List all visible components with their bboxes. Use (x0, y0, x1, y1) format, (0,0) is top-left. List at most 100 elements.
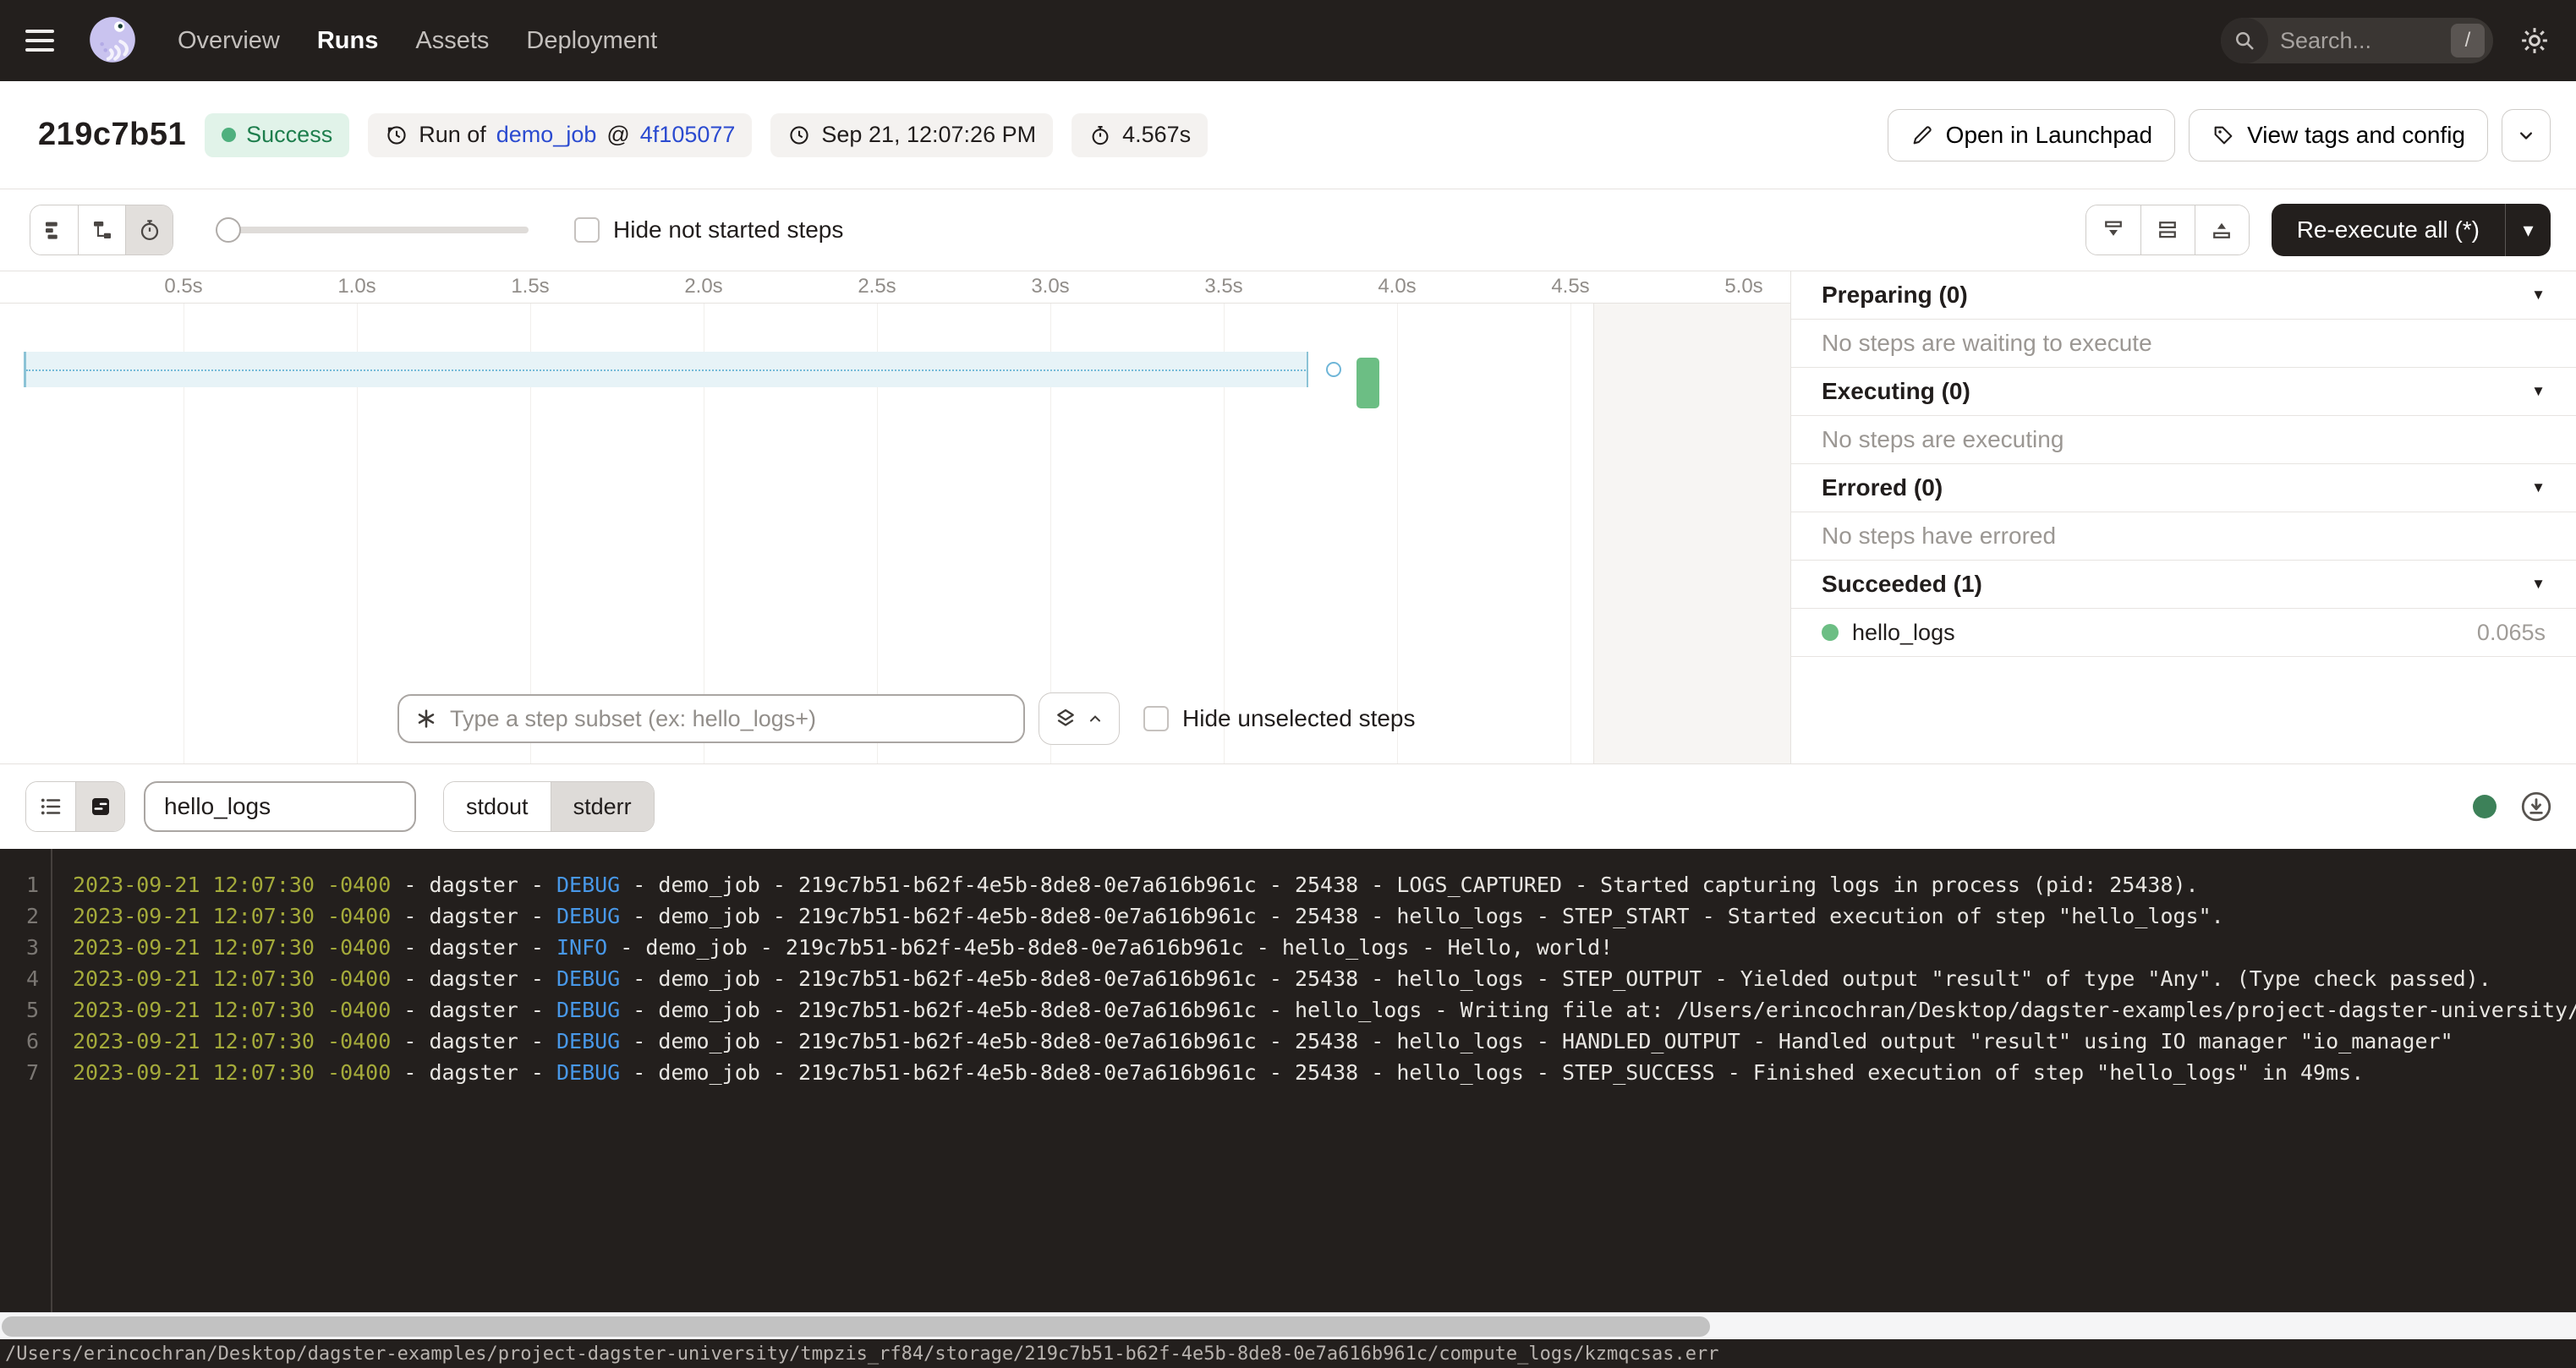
at-separator: @ (606, 122, 629, 148)
tab-stderr[interactable]: stderr (551, 782, 654, 831)
history-clock-icon (385, 123, 408, 147)
duration-pill: 4.567s (1072, 113, 1208, 157)
scrollbar-thumb[interactable] (2, 1316, 1710, 1337)
download-log-button[interactable] (2518, 789, 2554, 824)
search-input[interactable]: Search... / (2221, 18, 2493, 63)
log-toolbar: stdoutstderr (0, 763, 2576, 849)
section-empty-message: No steps are waiting to execute (1791, 320, 2576, 368)
axis-tick: 5.0s (1724, 275, 1762, 298)
step-section-header[interactable]: Succeeded (1)▼ (1791, 561, 2576, 609)
section-empty-message: No steps are executing (1791, 416, 2576, 464)
section-title: Errored (0) (1822, 474, 1943, 501)
axis-tick: 3.5s (1204, 275, 1242, 298)
reexecute-all-button[interactable]: Re-execute all (*) (2272, 204, 2505, 256)
step-subset-inputwrap (397, 694, 1025, 743)
status-dot-icon (222, 128, 236, 142)
search-shortcut-badge: / (2451, 24, 2485, 57)
menu-icon[interactable] (25, 30, 58, 52)
log-line-6: 62023-09-21 12:07:30 -0400 - dagster - D… (0, 1026, 2576, 1057)
open-launchpad-button[interactable]: Open in Launchpad (1888, 109, 2175, 161)
tag-icon (2212, 123, 2235, 147)
capture-status-dot (2473, 795, 2497, 818)
gantt-toolbar: Hide not started steps Re-execute all (*… (0, 189, 2576, 271)
step-subset-input[interactable] (450, 706, 1008, 732)
job-link[interactable]: demo_job (496, 122, 597, 148)
slider-handle[interactable] (216, 217, 241, 243)
nav-item-overview[interactable]: Overview (178, 27, 280, 55)
panel-layout-group (2085, 205, 2250, 255)
commit-link[interactable]: 4f105077 (640, 122, 736, 148)
graph-query-toggle-button[interactable] (1039, 692, 1120, 745)
view-tags-config-button[interactable]: View tags and config (2189, 109, 2488, 161)
axis-tick: 3.0s (1031, 275, 1069, 298)
download-icon (2518, 789, 2554, 824)
log-line-3: 32023-09-21 12:07:30 -0400 - dagster - I… (0, 932, 2576, 963)
started-at-value: Sep 21, 12:07:26 PM (821, 122, 1036, 148)
step-row-hello_logs[interactable]: hello_logs0.065s (1791, 609, 2576, 657)
log-line-7: 72023-09-21 12:07:30 -0400 - dagster - D… (0, 1057, 2576, 1088)
flat-gantt-icon (41, 217, 67, 243)
tab-stdout[interactable]: stdout (444, 782, 551, 831)
gantt-waterfall-view-button[interactable] (78, 205, 125, 254)
dagster-logo[interactable] (85, 13, 140, 68)
log-horizontal-scrollbar[interactable] (0, 1312, 2576, 1339)
gutter-divider (51, 849, 52, 1312)
log-line-5: 52023-09-21 12:07:30 -0400 - dagster - D… (0, 994, 2576, 1026)
hide-not-started-checkbox[interactable] (574, 217, 600, 243)
axis-tick: 2.5s (858, 275, 896, 298)
nav-item-assets[interactable]: Assets (415, 27, 489, 55)
gantt-waiting-band (24, 352, 1308, 387)
step-section-header[interactable]: Errored (0)▼ (1791, 464, 2576, 512)
gantt-chart: 0.5s1.0s1.5s2.0s2.5s3.0s3.5s4.0s4.5s5.0s… (0, 271, 1791, 763)
layers-icon (1053, 706, 1078, 731)
reexecute-all-button-group: Re-execute all (*) ▾ (2272, 204, 2551, 256)
gantt-axis: 0.5s1.0s1.5s2.0s2.5s3.0s3.5s4.0s4.5s5.0s (0, 271, 1790, 304)
started-at-pill: Sep 21, 12:07:26 PM (770, 113, 1053, 157)
log-step-filter-input[interactable] (144, 781, 416, 832)
run-of-label: Run of (419, 122, 486, 148)
split-panels-button[interactable] (2140, 205, 2195, 254)
waterfall-gantt-icon (90, 217, 115, 243)
gantt-step-bar-hello-logs[interactable] (1357, 358, 1379, 408)
section-empty-message: No steps have errored (1791, 512, 2576, 561)
expand-panel-up-button[interactable] (2195, 205, 2249, 254)
nav-item-runs[interactable]: Runs (317, 27, 379, 55)
panel-split-icon (2155, 217, 2180, 243)
log-path-status-bar: /Users/erincochran/Desktop/dagster-examp… (0, 1339, 2576, 1368)
section-title: Succeeded (1) (1822, 571, 1982, 598)
stopwatch-icon (1088, 123, 1112, 147)
status-label: Success (246, 122, 332, 148)
collapse-panel-down-button[interactable] (2086, 205, 2140, 254)
status-badge: Success (205, 113, 349, 157)
step-section-header[interactable]: Preparing (0)▼ (1791, 271, 2576, 320)
hide-unselected-checkbox[interactable] (1143, 706, 1169, 731)
gantt-zoom-slider[interactable] (216, 217, 529, 243)
settings-gear-icon[interactable] (2518, 25, 2551, 57)
gantt-flat-view-button[interactable] (30, 205, 78, 254)
log-line-4: 42023-09-21 12:07:30 -0400 - dagster - D… (0, 963, 2576, 994)
op-selector-icon (414, 707, 438, 731)
nav-item-deployment[interactable]: Deployment (526, 27, 657, 55)
list-icon (38, 794, 63, 819)
hide-not-started-label[interactable]: Hide not started steps (613, 216, 843, 244)
run-actions-dropdown-button[interactable] (2502, 109, 2551, 161)
search-icon (2221, 18, 2268, 63)
top-nav: Overview Runs Assets Deployment Search... / (0, 0, 2576, 81)
log-line-2: 22023-09-21 12:07:30 -0400 - dagster - D… (0, 900, 2576, 932)
step-duration: 0.065s (2477, 620, 2546, 646)
raw-log-view-button[interactable] (75, 782, 124, 831)
run-of-pill: Run of demo_job @ 4f105077 (368, 113, 752, 157)
hide-unselected-label[interactable]: Hide unselected steps (1182, 705, 1416, 732)
axis-tick: 4.0s (1378, 275, 1416, 298)
gantt-timed-view-button[interactable] (125, 205, 173, 254)
gantt-view-mode-group (30, 205, 173, 255)
run-id-title: 219c7b51 (38, 117, 186, 153)
pencil-icon (1910, 123, 1934, 147)
console-icon (88, 794, 113, 819)
clock-icon (787, 123, 811, 147)
slider-track[interactable] (216, 227, 529, 233)
reexecute-dropdown-button[interactable]: ▾ (2505, 204, 2551, 256)
structured-log-view-button[interactable] (26, 782, 75, 831)
step-section-header[interactable]: Executing (0)▼ (1791, 368, 2576, 416)
duration-value: 4.567s (1122, 122, 1191, 148)
